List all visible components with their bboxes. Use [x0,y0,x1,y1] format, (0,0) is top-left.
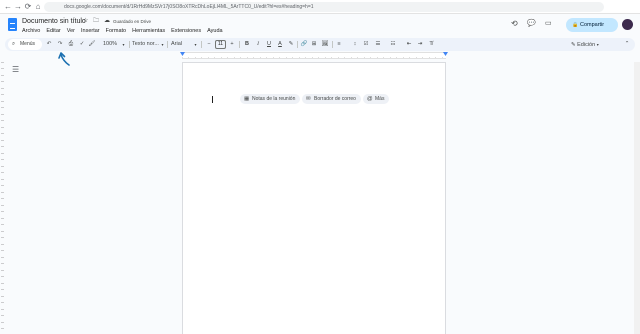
redo-icon[interactable]: ↷ [56,39,64,50]
chip-label: Notas de la reunión [252,96,296,102]
share-button[interactable]: 🔒 Compartir [566,18,618,32]
editing-mode-select[interactable]: ✎ Edición ▾ [571,39,599,51]
link-icon[interactable]: 🔗 [300,39,308,50]
editing-mode-label: Edición [577,42,596,48]
checklist-icon[interactable]: ☑ [362,39,370,50]
avatar[interactable] [622,19,633,30]
bulleted-list-icon[interactable]: ☰ [374,39,382,50]
spellcheck-icon[interactable]: ✓ [78,39,86,50]
chevron-down-icon: ▾ [596,42,599,47]
style-select[interactable]: Texto nor... [132,39,162,50]
menu-item[interactable]: Archivo [22,27,40,35]
document-outline-icon[interactable]: ☰ [12,66,19,74]
move-folder-icon[interactable]: 🗀 [93,17,99,26]
browser-bar: ← → ⟳ ⌂ docs.google.com/document/d/1RrHd… [0,0,640,14]
saved-status: Guardado en Drive [113,19,152,24]
search-icon: ⌕ [12,41,16,47]
bold-button[interactable]: B [243,39,251,50]
more-chip[interactable]: @ Más [363,94,390,104]
scrollbar[interactable] [634,62,640,334]
font-size-input[interactable]: 11 [215,40,226,49]
line-spacing-icon[interactable]: ↕ [351,39,359,50]
mail-icon: ✉ [306,96,311,102]
collapse-menus-icon[interactable]: ⌃ [623,39,631,50]
toolbar-divider [332,41,333,48]
comments-icon[interactable]: 💬 [527,19,536,28]
share-label: Compartir [580,22,605,28]
underline-button[interactable]: U [265,39,273,50]
increase-indent-icon[interactable]: ⇥ [416,39,424,50]
chip-label: Borrador de correo [314,96,356,102]
email-draft-chip[interactable]: ✉ Borrador de correo [302,94,361,104]
ruler-scale [182,52,446,59]
chip-label: Más [375,96,385,102]
toolbar-divider [239,41,240,48]
paint-format-icon[interactable]: 🖌 [88,39,96,50]
text-cursor [212,96,213,103]
clear-formatting-icon[interactable]: T̸ [427,39,435,50]
forward-icon[interactable]: → [13,2,23,12]
at-icon: @ [367,96,373,102]
menu-item[interactable]: Herramientas [132,27,165,35]
address-bar[interactable]: docs.google.com/document/d/1RrHd9MzSVr17… [44,2,604,12]
chevron-down-icon: ▾ [122,42,125,47]
menu-item[interactable]: Ayuda [207,27,223,35]
toolbar-divider [201,41,202,48]
toolbar-divider [297,41,298,48]
font-select[interactable]: Arial [171,39,195,50]
annotation-arrow [58,52,70,66]
menu-item[interactable]: Formato [106,27,126,35]
increase-font-size-icon[interactable]: + [228,39,236,50]
docs-header: Documento sin título ☆ 🗀 ☁ Guardado en D… [0,14,640,38]
lock-icon: 🔒 [572,22,579,28]
meet-icon[interactable]: ▭ [545,19,552,28]
chevron-down-icon: ▾ [194,42,197,47]
document-title[interactable]: Documento sin título [22,17,86,26]
menu-bar: Archivo Editar Ver Insertar Formato Herramien… [22,27,223,35]
text-color-button[interactable]: A [276,39,284,50]
align-icon[interactable]: ≡ [335,39,343,50]
pencil-icon: ✎ [571,42,576,48]
docs-logo-icon[interactable] [8,18,17,31]
toolbar-divider [129,41,130,48]
menu-item[interactable]: Ver [67,27,75,35]
zoom-select[interactable]: 100% [99,39,121,50]
menus-search-label: Menús [20,41,36,47]
add-comment-icon[interactable]: ⊞ [310,39,318,50]
italic-button[interactable]: I [254,39,262,50]
back-icon[interactable]: ← [3,2,13,12]
horizontal-ruler[interactable] [0,51,640,60]
cloud-saved-icon: ☁ [104,18,110,24]
version-history-icon[interactable]: ⟲ [511,19,518,28]
chevron-down-icon: ▾ [161,42,164,47]
print-icon[interactable]: ⎙ [67,39,75,50]
highlight-icon[interactable]: ✎ [287,39,295,50]
undo-icon[interactable]: ↶ [45,39,53,50]
menu-item[interactable]: Extensiones [171,27,201,35]
toolbar: ⌕ Menús ↶ ↷ ⎙ ✓ 🖌 100% ▾ Texto nor... ▾ … [5,38,635,51]
menus-search-button[interactable]: ⌕ Menús [8,39,42,50]
home-icon[interactable]: ⌂ [33,2,43,12]
star-icon[interactable]: ☆ [83,17,88,26]
url-text: docs.google.com/document/d/1RrHd9MzSVr17… [64,4,314,10]
decrease-font-size-icon[interactable]: − [205,39,213,50]
reload-icon[interactable]: ⟳ [23,2,33,12]
calendar-icon: ▦ [244,96,250,102]
menu-item[interactable]: Editar [46,27,60,35]
toolbar-divider [167,41,168,48]
numbered-list-icon[interactable]: ☷ [389,39,397,50]
meeting-notes-chip[interactable]: ▦ Notas de la reunión [240,94,301,104]
insert-image-icon[interactable]: 🖼 [321,39,329,50]
vertical-ruler [0,62,5,334]
decrease-indent-icon[interactable]: ⇤ [405,39,413,50]
menu-item[interactable]: Insertar [81,27,100,35]
